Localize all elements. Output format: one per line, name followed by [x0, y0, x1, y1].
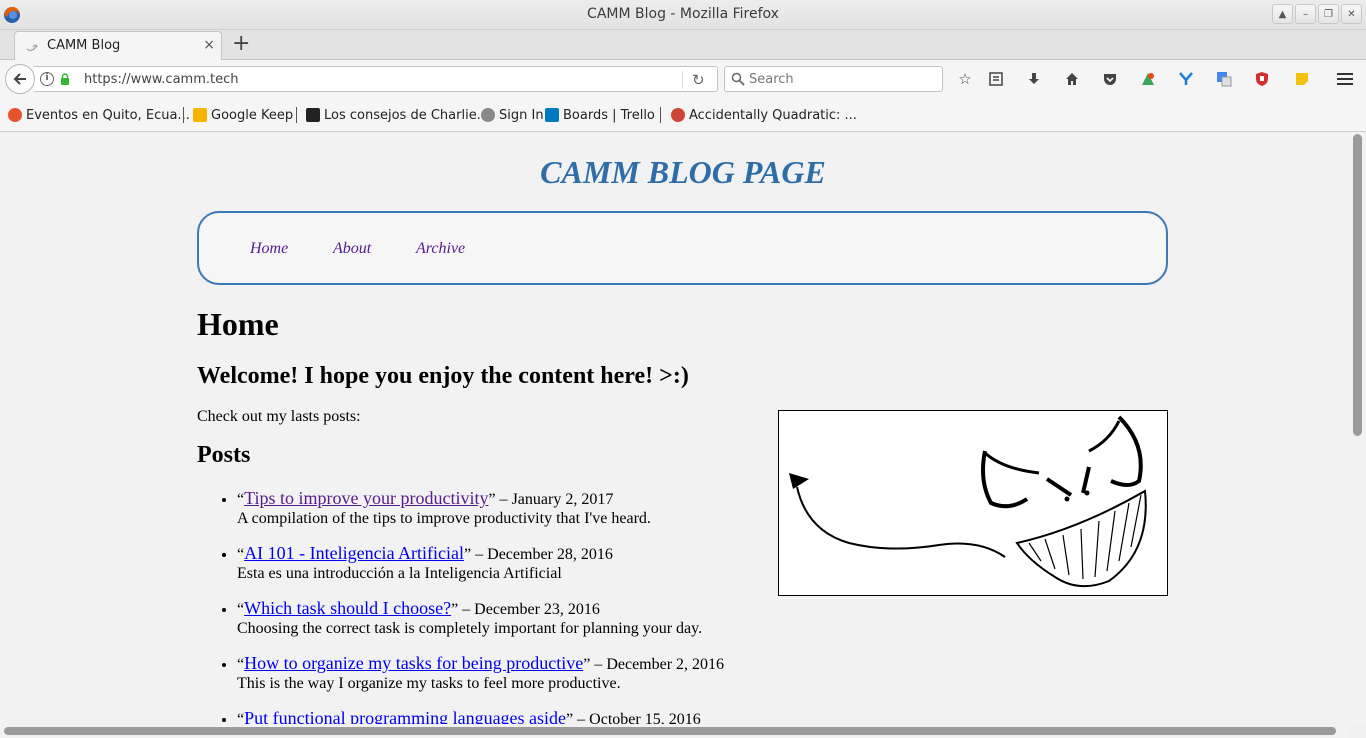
extension-y-icon[interactable]: [1176, 69, 1196, 89]
post-date: October 15, 2016: [589, 711, 701, 724]
posts-heading: Posts: [197, 442, 251, 468]
tab-strip: CAMM Blog × +: [0, 30, 1366, 61]
google-keep-icon: [193, 108, 207, 122]
post-summary: This is the way I organize my tasks to f…: [237, 675, 621, 692]
charlie-icon: [306, 108, 320, 122]
horizontal-scrollbar-thumb[interactable]: [4, 727, 1336, 735]
window-title: CAMM Blog - Mozilla Firefox: [587, 6, 779, 22]
site-title: CAMM BLOG PAGE: [540, 154, 826, 190]
pocket-icon[interactable]: [1100, 69, 1120, 89]
back-arrow-icon: [13, 73, 26, 85]
sticky-note-icon[interactable]: [1292, 69, 1312, 89]
window-minimize-button[interactable]: –: [1295, 4, 1316, 24]
page-heading: Home: [197, 306, 279, 342]
url-separator: [682, 71, 683, 89]
bookmark-label: Sign In: [499, 107, 544, 123]
tab-close-icon[interactable]: ×: [203, 37, 215, 53]
quadratic-icon: [671, 108, 685, 122]
post-item: “AI 101 - Inteligencia Artificial” – Dec…: [237, 544, 757, 583]
post-link[interactable]: How to organize my tasks for being produ…: [244, 653, 583, 673]
shield-icon[interactable]: [1252, 69, 1272, 89]
cheshire-cat-illustration: [778, 410, 1168, 596]
translate-icon[interactable]: [1214, 69, 1234, 89]
home-icon[interactable]: [1062, 69, 1082, 89]
horizontal-scrollbar[interactable]: [0, 724, 1349, 738]
post-link[interactable]: Put functional programming languages asi…: [244, 708, 566, 725]
bookmark-sign-in[interactable]: Sign In: [481, 106, 544, 124]
vertical-scrollbar[interactable]: [1349, 132, 1366, 724]
post-date: December 28, 2016: [487, 546, 613, 563]
globe-icon: [481, 108, 495, 122]
post-item: “Put functional programming languages as…: [237, 708, 757, 725]
post-link[interactable]: Tips to improve your productivity: [244, 488, 488, 508]
window-up-button[interactable]: ▲: [1272, 4, 1293, 24]
page-favicon-icon: [26, 44, 38, 52]
search-bar[interactable]: [724, 66, 943, 92]
post-item: “Which task should I choose?” – December…: [237, 599, 757, 638]
post-date: January 2, 2017: [511, 491, 614, 508]
bookmark-consejos-charlie[interactable]: Los consejos de Charlie...: [306, 106, 489, 124]
url-bar[interactable]: i https://www.camm.tech ↻: [34, 66, 718, 92]
new-tab-button[interactable]: +: [232, 33, 250, 55]
post-summary: Esta es una introducción a la Inteligenc…: [237, 565, 562, 582]
bookmark-trello[interactable]: Boards | Trello: [545, 106, 655, 124]
site-navigation: Home About Archive: [197, 211, 1168, 285]
downloads-icon[interactable]: [1024, 69, 1044, 89]
bookmark-separator: [183, 107, 184, 123]
site-info-icon[interactable]: i: [40, 72, 54, 86]
window-close-button[interactable]: ✕: [1341, 4, 1362, 24]
lock-icon[interactable]: [60, 73, 70, 85]
bookmark-label: Google Keep: [211, 107, 294, 123]
nav-link-home[interactable]: Home: [250, 240, 288, 258]
reload-icon[interactable]: ↻: [692, 71, 705, 89]
bookmark-google-keep[interactable]: Google Keep: [193, 106, 293, 124]
page-viewport: CAMM BLOG PAGE Home About Archive Home W…: [0, 132, 1349, 724]
post-link[interactable]: AI 101 - Inteligencia Artificial: [244, 543, 464, 563]
intro-text: Check out my lasts posts:: [197, 408, 361, 425]
welcome-heading: Welcome! I hope you enjoy the content he…: [197, 363, 689, 389]
back-button[interactable]: [5, 64, 35, 94]
posts-list: “Tips to improve your productivity” – Ja…: [197, 489, 757, 725]
bookmark-accidentally-quadratic[interactable]: Accidentally Quadratic: ...: [671, 106, 857, 124]
reading-list-icon[interactable]: [986, 69, 1006, 89]
menu-hamburger-icon[interactable]: [1335, 69, 1355, 89]
bookmark-label: Los consejos de Charlie...: [324, 107, 490, 123]
bookmark-star-icon[interactable]: ☆: [955, 69, 975, 89]
post-item: “Tips to improve your productivity” – Ja…: [237, 489, 757, 528]
post-link[interactable]: Which task should I choose?: [244, 598, 451, 618]
post-summary: Choosing the correct task is completely …: [237, 620, 703, 637]
bookmarks-toolbar: Eventos en Quito, Ecua... Google Keep Lo…: [0, 98, 1366, 132]
bookmark-separator: [660, 107, 661, 123]
post-date: December 23, 2016: [474, 601, 600, 618]
nav-link-about[interactable]: About: [333, 240, 371, 258]
post-item: “How to organize my tasks for being prod…: [237, 654, 757, 693]
post-date: December 2, 2016: [606, 656, 725, 673]
main-content: Home Welcome! I hope you enjoy the conte…: [197, 306, 757, 724]
url-text[interactable]: https://www.camm.tech: [84, 72, 239, 87]
bookmark-label: Accidentally Quadratic: ...: [689, 107, 857, 123]
window-maximize-button[interactable]: ❐: [1318, 4, 1339, 24]
post-summary: A compilation of the tips to improve pro…: [237, 510, 651, 527]
bookmark-separator: [296, 107, 297, 123]
search-icon: [731, 72, 745, 86]
vertical-scrollbar-thumb[interactable]: [1353, 134, 1362, 436]
extension-colorful-icon[interactable]: [1138, 69, 1158, 89]
search-input[interactable]: [749, 70, 929, 88]
window-titlebar: CAMM Blog - Mozilla Firefox ▲ – ❐ ✕: [0, 0, 1366, 30]
tab-camm-blog[interactable]: CAMM Blog ×: [14, 31, 222, 61]
trello-icon: [545, 108, 559, 122]
nav-link-archive[interactable]: Archive: [416, 240, 465, 258]
bookmark-label: Eventos en Quito, Ecua...: [26, 107, 190, 123]
eventbrite-icon: [8, 108, 22, 122]
bookmark-label: Boards | Trello: [563, 107, 655, 123]
bookmark-eventos[interactable]: Eventos en Quito, Ecua...: [8, 106, 190, 124]
navigation-toolbar: i https://www.camm.tech ↻ ☆: [0, 60, 1366, 98]
tab-title: CAMM Blog: [47, 38, 121, 53]
